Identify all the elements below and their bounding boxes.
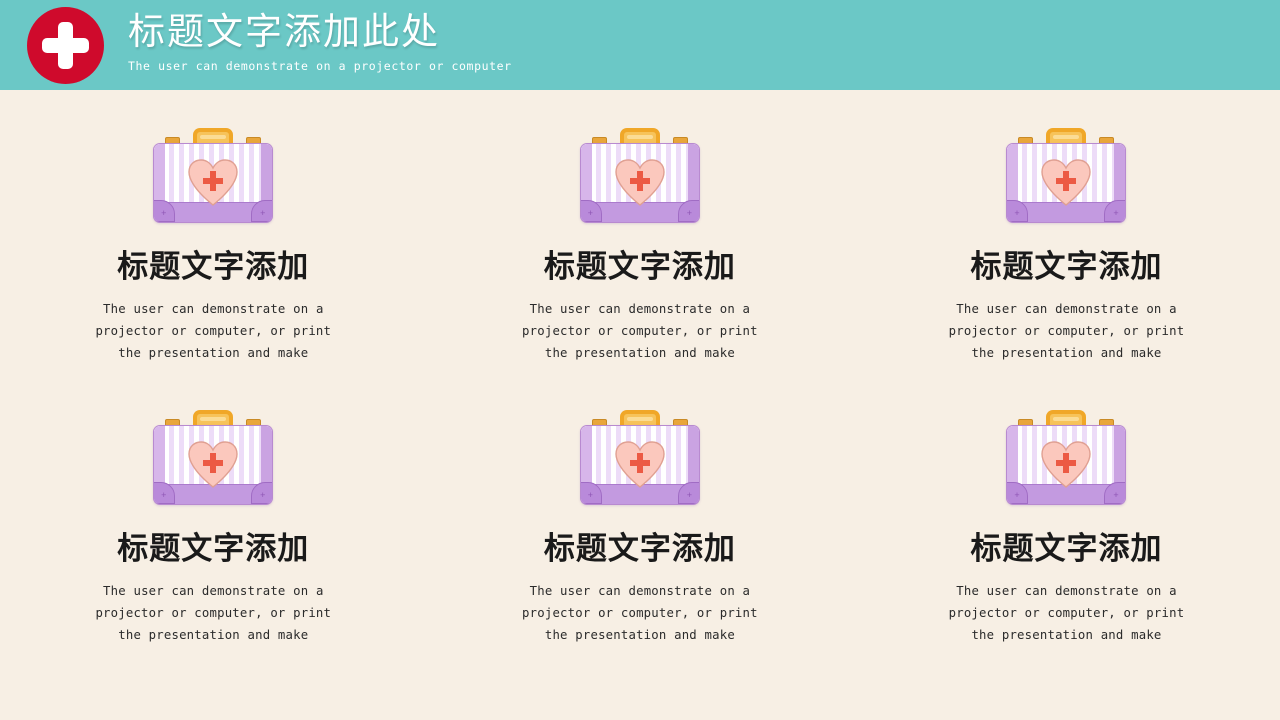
card-body-text: The user can demonstrate on a projector …	[522, 584, 758, 642]
card-item[interactable]: + + 标题文字添加 The user can demonstrate on a…	[427, 128, 854, 364]
card-body-text: The user can demonstrate on a projector …	[522, 302, 758, 360]
suitcase-latch-left: +	[1014, 208, 1020, 218]
suitcase-latch-left: +	[161, 490, 167, 500]
card-item[interactable]: + + 标题文字添加 The user can demonstrate on a…	[427, 410, 854, 646]
cross-horizontal-bar	[42, 38, 89, 53]
suitcase-latch-left: +	[587, 208, 594, 218]
card-title: 标题文字添加	[543, 531, 736, 566]
card-item[interactable]: + + 标题文字添加 The user can demonstrate on a…	[853, 128, 1280, 364]
card-body-text: The user can demonstrate on a projector …	[95, 302, 332, 360]
card-body-text: The user can demonstrate on a projector …	[948, 302, 1185, 360]
medical-suitcase-icon: + +	[576, 128, 704, 226]
suitcase-latch-right: +	[686, 208, 693, 218]
suitcase-latch-left: +	[587, 490, 594, 500]
card-item[interactable]: + + 标题文字添加 The user can demonstrate on a…	[853, 410, 1280, 646]
suitcase-body: + +	[153, 143, 274, 223]
medical-suitcase-icon: + +	[1002, 128, 1130, 226]
red-cross-circle-icon	[27, 7, 104, 84]
suitcase-body: + +	[153, 425, 274, 505]
heart-cross-icon	[188, 441, 238, 488]
card-item[interactable]: + + 标题文字添加 The user can demonstrate on a…	[0, 410, 427, 646]
card-title: 标题文字添加	[970, 249, 1163, 284]
card-title: 标题文字添加	[970, 531, 1163, 566]
suitcase-body: + +	[579, 425, 700, 505]
page-header: 标题文字添加此处 The user can demonstrate on a p…	[0, 0, 1280, 90]
suitcase-latch-left: +	[161, 208, 167, 218]
heart-cross-icon	[1041, 159, 1092, 206]
heart-cross-icon	[615, 159, 665, 206]
heart-cross-icon	[1041, 441, 1092, 488]
medical-suitcase-icon: + +	[149, 410, 277, 508]
card-row: + + 标题文字添加 The user can demonstrate on a…	[0, 128, 1280, 364]
card-title: 标题文字添加	[117, 249, 310, 284]
card-title: 标题文字添加	[117, 531, 310, 566]
suitcase-body: + +	[1006, 143, 1127, 223]
suitcase-latch-right: +	[1113, 208, 1119, 218]
suitcase-latch-right: +	[260, 208, 266, 218]
suitcase-latch-right: +	[686, 490, 693, 500]
suitcase-latch-right: +	[260, 490, 266, 500]
page-subtitle: The user can demonstrate on a projector …	[128, 59, 512, 73]
page-title: 标题文字添加此处	[128, 11, 440, 52]
card-row: + + 标题文字添加 The user can demonstrate on a…	[0, 410, 1280, 646]
card-body-text: The user can demonstrate on a projector …	[948, 584, 1185, 642]
card-body-text: The user can demonstrate on a projector …	[95, 584, 332, 642]
card-title: 标题文字添加	[543, 249, 736, 284]
card-item[interactable]: + + 标题文字添加 The user can demonstrate on a…	[0, 128, 427, 364]
medical-suitcase-icon: + +	[149, 128, 277, 226]
suitcase-body: + +	[1006, 425, 1127, 505]
medical-suitcase-icon: + +	[1002, 410, 1130, 508]
card-grid: + + 标题文字添加 The user can demonstrate on a…	[0, 90, 1280, 646]
heart-cross-icon	[615, 441, 665, 488]
suitcase-body: + +	[579, 143, 700, 223]
suitcase-latch-left: +	[1014, 490, 1020, 500]
heart-cross-icon	[188, 159, 238, 206]
medical-suitcase-icon: + +	[576, 410, 704, 508]
suitcase-latch-right: +	[1113, 490, 1119, 500]
header-text-group: 标题文字添加此处 The user can demonstrate on a p…	[128, 10, 512, 74]
